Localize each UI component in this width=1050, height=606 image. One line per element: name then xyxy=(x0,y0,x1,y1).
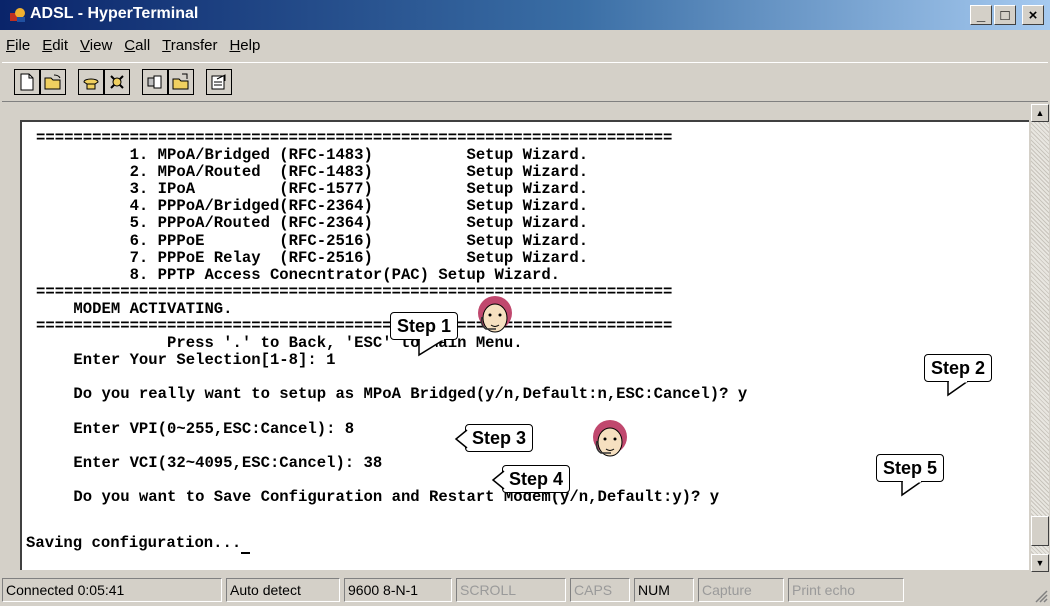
minimize-button[interactable]: _ xyxy=(970,5,992,25)
step1-callout: Step 1 xyxy=(390,312,459,340)
menu-view[interactable]: View xyxy=(74,34,118,58)
status-connected: Connected 0:05:41 xyxy=(2,578,222,602)
terminal-frame: ========================================… xyxy=(0,104,1050,572)
support-agent-avatar xyxy=(478,296,512,333)
status-capture: Capture xyxy=(698,578,784,602)
step3-callout-tail xyxy=(454,429,468,449)
open-folder-icon xyxy=(44,74,61,90)
step3-callout: Step 3 xyxy=(465,424,534,452)
receive-file-icon xyxy=(172,73,189,90)
step5-label: Step 5 xyxy=(883,458,938,478)
status-num: NUM xyxy=(634,578,694,602)
step1-label: Step 1 xyxy=(397,316,452,336)
status-bar: Connected 0:05:41 Auto detect 9600 8-N-1… xyxy=(0,575,1050,605)
menu-transfer[interactable]: Transfer xyxy=(156,34,223,58)
call-button[interactable] xyxy=(78,69,104,95)
status-scroll: SCROLL xyxy=(456,578,566,602)
window-title: ADSL - HyperTerminal xyxy=(30,5,199,22)
step5-callout-tail xyxy=(901,481,924,497)
properties-icon xyxy=(211,74,226,90)
title-bar[interactable]: ADSL - HyperTerminal _ □ × xyxy=(0,0,1050,30)
status-caps: CAPS xyxy=(570,578,630,602)
step2-callout: Step 2 xyxy=(924,354,993,382)
step5-callout: Step 5 xyxy=(876,454,945,482)
vertical-scrollbar[interactable]: ▲ ▼ xyxy=(1031,104,1049,572)
toolbar xyxy=(2,62,1048,102)
menu-edit[interactable]: Edit xyxy=(36,34,74,58)
maximize-button[interactable]: □ xyxy=(994,5,1016,25)
step2-callout-tail xyxy=(947,381,970,397)
step3-label: Step 3 xyxy=(472,428,527,448)
maximize-icon: □ xyxy=(1000,6,1010,24)
terminal-current-line: Saving configuration... xyxy=(26,534,251,554)
status-auto-detect: Auto detect xyxy=(226,578,340,602)
properties-button[interactable] xyxy=(206,69,232,95)
step4-callout: Step 4 xyxy=(502,465,571,493)
text-cursor xyxy=(241,534,251,554)
phone-icon xyxy=(83,78,99,90)
support-agent-avatar-2 xyxy=(593,420,627,457)
hyperterminal-app-icon xyxy=(10,8,25,22)
disconnect-icon xyxy=(110,75,124,89)
close-button[interactable]: × xyxy=(1022,5,1044,25)
close-icon: × xyxy=(1028,6,1038,24)
scroll-down-button[interactable]: ▼ xyxy=(1031,554,1049,572)
scroll-up-arrow-icon: ▲ xyxy=(1035,108,1045,118)
menu-file[interactable]: File xyxy=(0,34,36,58)
open-button[interactable] xyxy=(40,69,66,95)
disconnect-button[interactable] xyxy=(104,69,130,95)
step1-callout-tail xyxy=(418,339,447,357)
resize-grip-icon[interactable] xyxy=(1034,589,1048,603)
scrollbar-thumb[interactable] xyxy=(1031,516,1049,546)
terminal-screen[interactable]: ========================================… xyxy=(20,120,1029,570)
scroll-up-button[interactable]: ▲ xyxy=(1031,104,1049,122)
status-port-settings: 9600 8-N-1 xyxy=(344,578,452,602)
menu-help[interactable]: Help xyxy=(223,34,266,58)
scroll-down-arrow-icon: ▼ xyxy=(1035,558,1045,568)
send-button[interactable] xyxy=(142,69,168,95)
menu-call[interactable]: Call xyxy=(118,34,156,58)
step2-label: Step 2 xyxy=(931,358,986,378)
menu-bar: File Edit View Call Transfer Help xyxy=(0,34,266,58)
terminal-last-line: Saving configuration... xyxy=(26,534,242,552)
new-connection-button[interactable] xyxy=(14,69,40,95)
send-file-icon xyxy=(147,75,162,89)
step4-callout-tail xyxy=(491,470,505,490)
step4-label: Step 4 xyxy=(509,469,564,489)
new-document-icon xyxy=(20,73,34,91)
receive-button[interactable] xyxy=(168,69,194,95)
status-print-echo: Print echo xyxy=(788,578,904,602)
minimize-icon: _ xyxy=(976,6,986,24)
